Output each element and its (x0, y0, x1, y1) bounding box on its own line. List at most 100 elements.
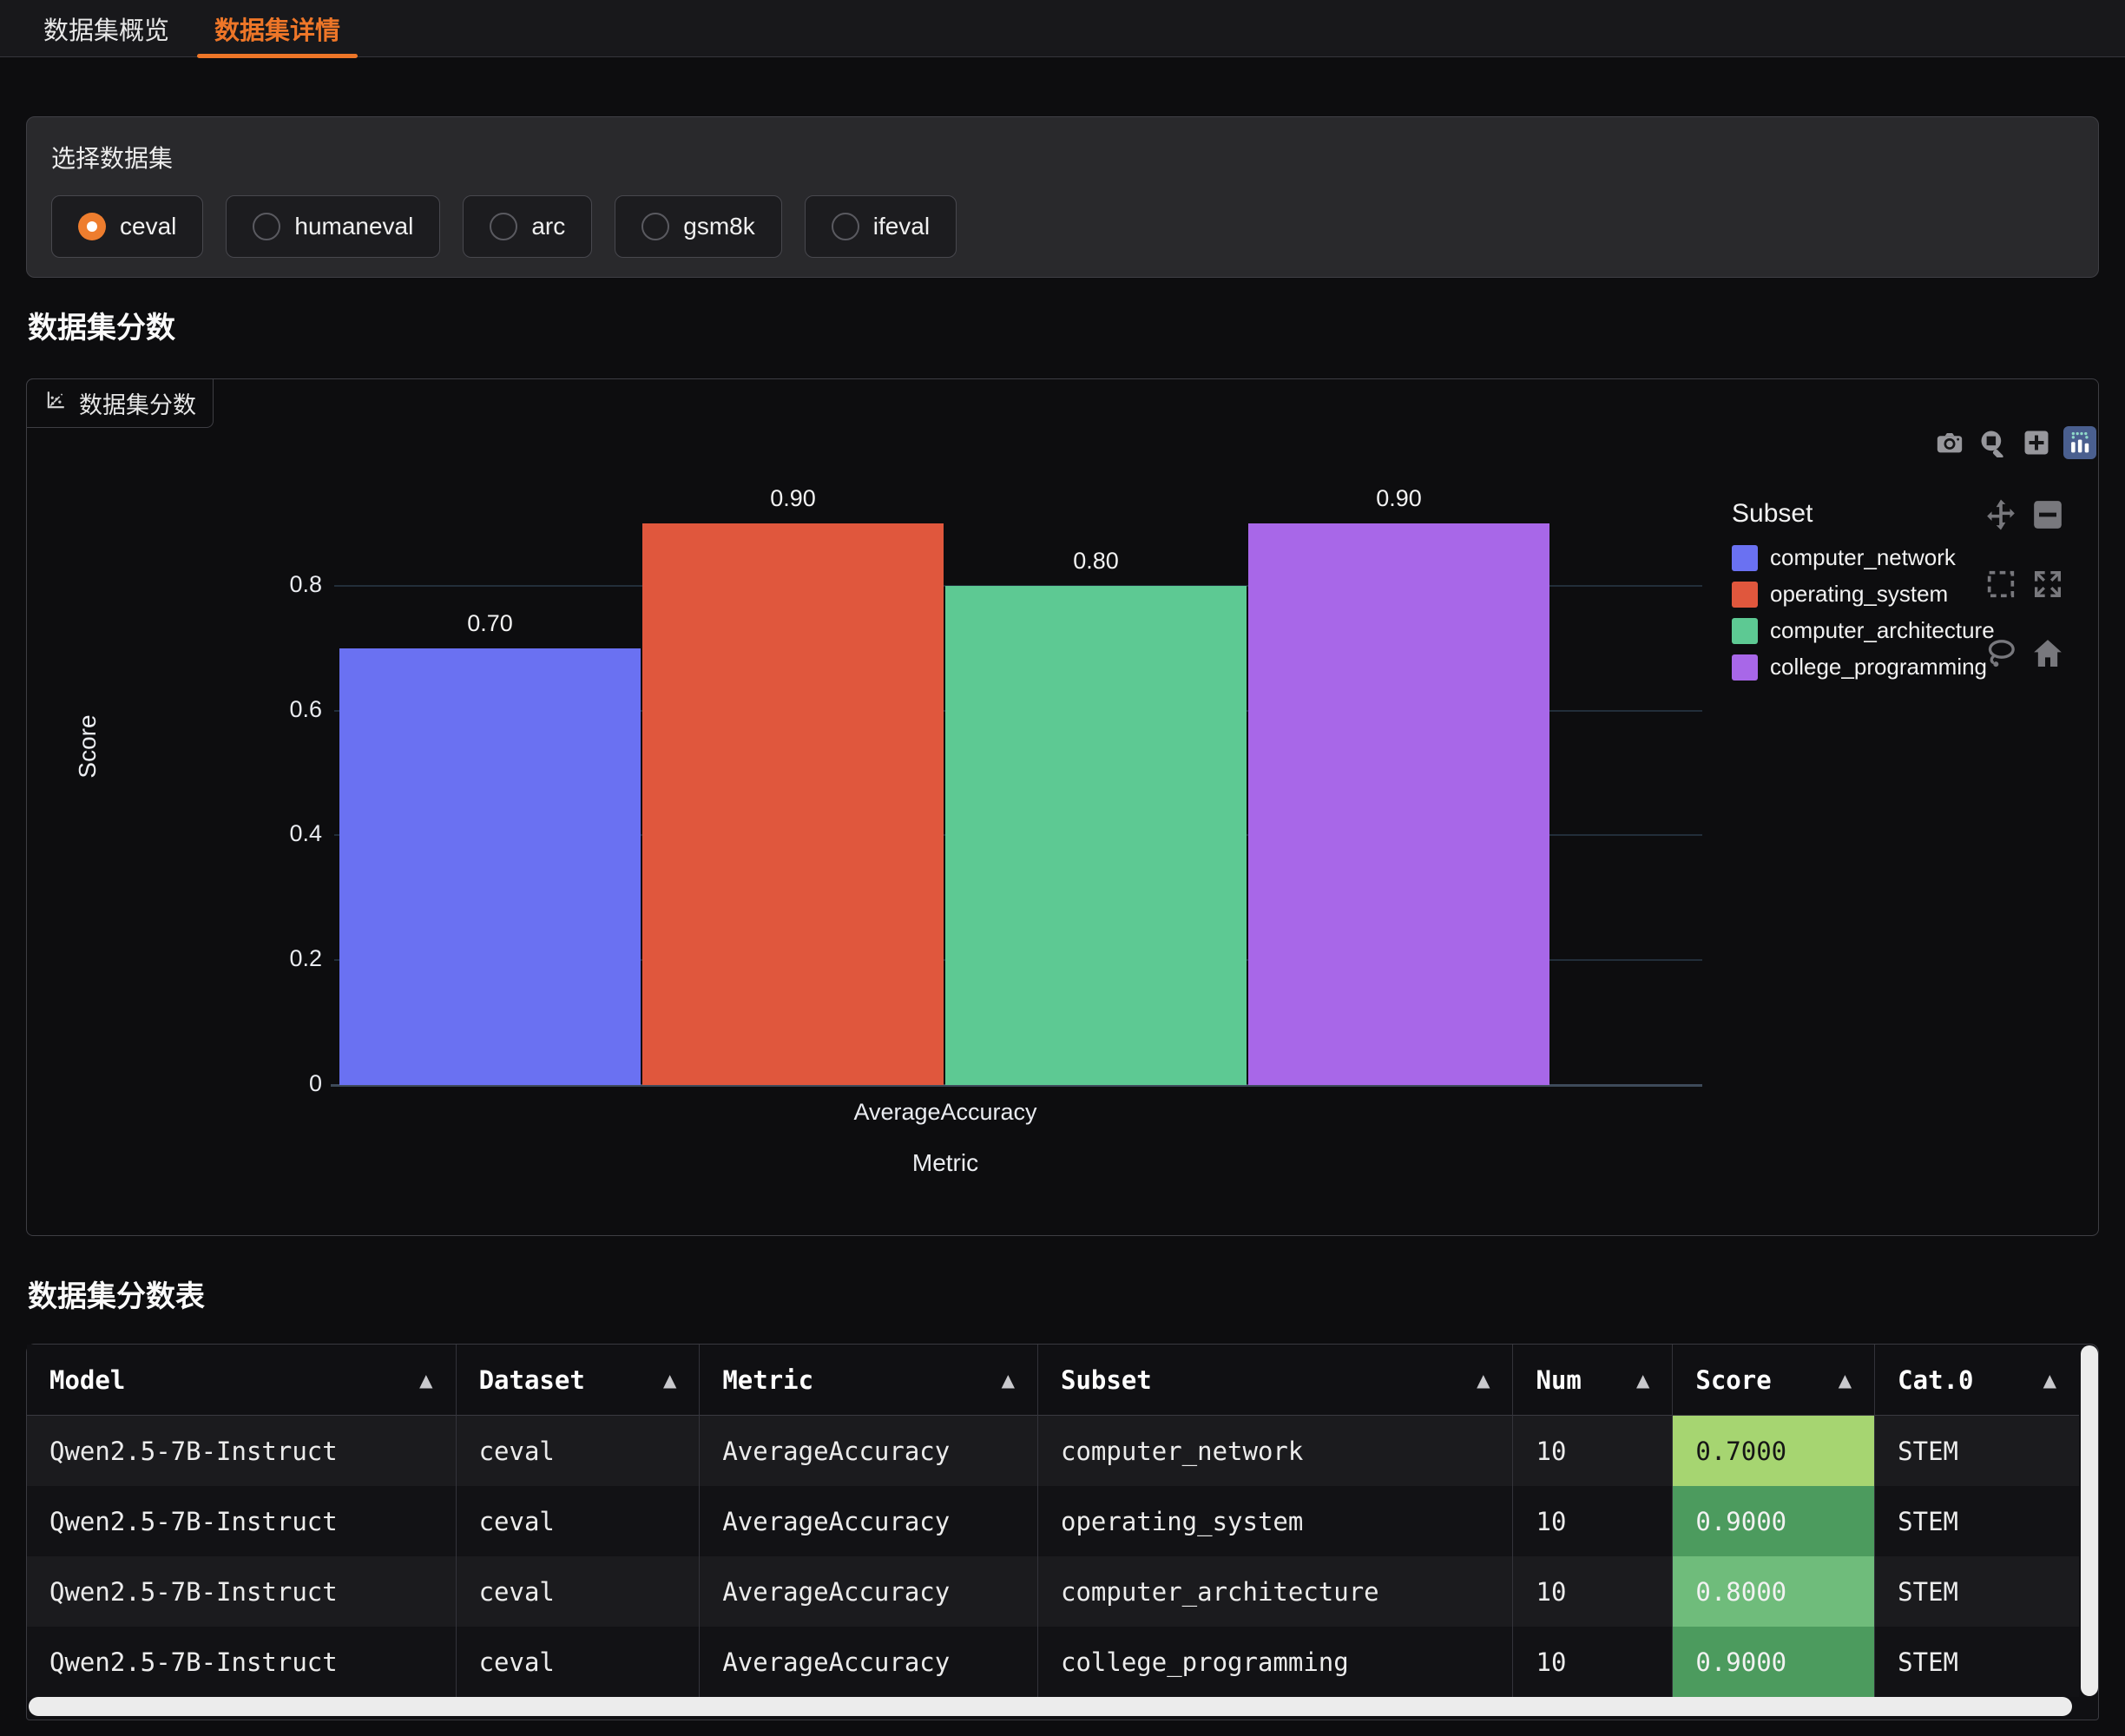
column-header-label: Num (1536, 1365, 1581, 1395)
column-header-label: Metric (722, 1365, 813, 1395)
legend-swatch-icon (1732, 582, 1758, 608)
table-cell[interactable]: 10 (1513, 1416, 1673, 1486)
dataset-radio-group: ceval humaneval arc gsm8k ifeval (51, 195, 2074, 258)
table-cell[interactable]: Qwen2.5-7B-Instruct (27, 1556, 457, 1627)
table-cell[interactable]: college_programming (1038, 1627, 1514, 1697)
sort-arrow-icon[interactable]: ▲ (1636, 1370, 1649, 1391)
legend-entry-college_programming[interactable]: college_programming (1732, 654, 1995, 681)
y-tick-label: 0 (157, 1070, 322, 1097)
score-cell[interactable]: 0.9000 (1673, 1486, 1875, 1556)
radio-circle-icon[interactable] (832, 213, 859, 240)
table-cell[interactable]: Qwen2.5-7B-Instruct (27, 1627, 457, 1697)
score-cell[interactable]: 0.9000 (1673, 1627, 1875, 1697)
table-cell[interactable]: AverageAccuracy (700, 1416, 1038, 1486)
score-cell[interactable]: 0.8000 (1673, 1556, 1875, 1627)
bar-computer_architecture[interactable] (945, 586, 1247, 1085)
tab-dataset-overview[interactable]: 数据集概览 (21, 0, 192, 56)
bar-value-label: 0.80 (945, 548, 1247, 575)
legend-entry-computer_architecture[interactable]: computer_architecture (1732, 617, 1995, 644)
column-header-model[interactable]: Model ▲ (27, 1345, 457, 1416)
bar-college_programming[interactable] (1248, 523, 1549, 1085)
column-header-label: Score (1695, 1365, 1771, 1395)
radio-option-label: ifeval (873, 213, 930, 240)
radio-circle-icon[interactable] (253, 213, 280, 240)
zoom-square-icon[interactable] (1977, 426, 2010, 459)
scores-dataframe: Model▲Dataset▲Metric▲Subset▲Num▲Score▲Ca… (26, 1344, 2099, 1720)
table-cell[interactable]: STEM (1875, 1627, 2079, 1697)
legend-swatch-icon (1732, 618, 1758, 644)
radio-option-arc[interactable]: arc (463, 195, 592, 258)
score-cell[interactable]: 0.7000 (1673, 1416, 1875, 1486)
dataset-selector-label: 选择数据集 (51, 140, 2074, 174)
column-header-label: Subset (1061, 1365, 1152, 1395)
radio-option-gsm8k[interactable]: gsm8k (615, 195, 781, 258)
radio-option-label: arc (531, 213, 565, 240)
minus-square-icon[interactable] (2030, 497, 2065, 532)
legend-swatch-icon (1732, 545, 1758, 571)
table-cell[interactable]: computer_network (1038, 1416, 1514, 1486)
chart-inner-tab[interactable]: 数据集分数 (26, 378, 214, 428)
camera-icon[interactable] (1933, 426, 1966, 459)
radio-circle-icon[interactable] (490, 213, 517, 240)
column-header-num[interactable]: Num ▲ (1513, 1345, 1673, 1416)
table-row: Qwen2.5-7B-InstructcevalAverageAccuracyc… (27, 1556, 2079, 1627)
table-cell[interactable]: operating_system (1038, 1486, 1514, 1556)
column-header-dataset[interactable]: Dataset▲ (457, 1345, 701, 1416)
table-section-heading: 数据集分数表 (28, 1272, 205, 1315)
sort-arrow-icon[interactable]: ▲ (1839, 1370, 1852, 1391)
sort-arrow-icon[interactable]: ▲ (663, 1370, 676, 1391)
sort-arrow-icon[interactable]: ▲ (1477, 1370, 1490, 1391)
column-header-cat-0[interactable]: Cat.0▲ (1875, 1345, 2079, 1416)
table-cell[interactable]: ceval (457, 1486, 701, 1556)
column-header-subset[interactable]: Subset ▲ (1038, 1345, 1514, 1416)
radio-circle-icon[interactable] (641, 213, 669, 240)
y-tick-label: 0.8 (157, 571, 322, 598)
table-horizontal-scrollbar[interactable] (29, 1697, 2072, 1716)
home-icon[interactable] (2030, 636, 2065, 671)
table-cell[interactable]: computer_architecture (1038, 1556, 1514, 1627)
sort-arrow-icon[interactable]: ▲ (419, 1370, 432, 1391)
y-tick-label: 0.6 (157, 696, 322, 723)
legend-entry-label: computer_network (1770, 544, 1956, 571)
table-cell[interactable]: 10 (1513, 1627, 1673, 1697)
top-tab-bar: 数据集概览 数据集详情 (0, 0, 2125, 57)
bar-computer_network[interactable] (339, 648, 641, 1085)
legend-title: Subset (1732, 499, 1995, 529)
chart-columns-icon[interactable] (2063, 426, 2096, 459)
radio-circle-icon[interactable] (78, 213, 106, 240)
table-cell[interactable]: STEM (1875, 1556, 2079, 1627)
tab-dataset-details[interactable]: 数据集详情 (192, 0, 363, 56)
table-cell[interactable]: Qwen2.5-7B-Instruct (27, 1416, 457, 1486)
table-cell[interactable]: ceval (457, 1556, 701, 1627)
table-cell[interactable]: ceval (457, 1416, 701, 1486)
column-header-metric[interactable]: Metric ▲ (700, 1345, 1038, 1416)
table-cell[interactable]: 10 (1513, 1486, 1673, 1556)
table-cell[interactable]: AverageAccuracy (700, 1486, 1038, 1556)
plus-square-icon[interactable] (2020, 426, 2053, 459)
legend-entry-operating_system[interactable]: operating_system (1732, 581, 1995, 608)
bar-operating_system[interactable] (642, 523, 944, 1085)
table-cell[interactable]: AverageAccuracy (700, 1556, 1038, 1627)
table-cell[interactable]: ceval (457, 1627, 701, 1697)
legend-entry-computer_network[interactable]: computer_network (1732, 544, 1995, 571)
table-cell[interactable]: Qwen2.5-7B-Instruct (27, 1486, 457, 1556)
bar-value-label: 0.90 (642, 485, 944, 512)
radio-option-ceval[interactable]: ceval (51, 195, 203, 258)
sort-arrow-icon[interactable]: ▲ (1002, 1370, 1015, 1391)
radio-option-label: gsm8k (683, 213, 754, 240)
table-cell[interactable]: STEM (1875, 1416, 2079, 1486)
bar-value-label: 0.70 (339, 610, 641, 637)
y-tick-label: 0.4 (157, 820, 322, 847)
table-cell[interactable]: STEM (1875, 1486, 2079, 1556)
radio-option-ifeval[interactable]: ifeval (805, 195, 957, 258)
expand-icon[interactable] (2030, 567, 2065, 602)
sort-arrow-icon[interactable]: ▲ (2043, 1370, 2056, 1391)
radio-option-humaneval[interactable]: humaneval (226, 195, 440, 258)
y-tick-label: 0.2 (157, 945, 322, 972)
chart-legend: Subset computer_network operating_systemc… (1732, 499, 1995, 690)
table-cell[interactable]: AverageAccuracy (700, 1627, 1038, 1697)
table-vertical-scrollbar[interactable] (2081, 1345, 2098, 1696)
table-cell[interactable]: 10 (1513, 1556, 1673, 1627)
column-header-score[interactable]: Score ▲ (1673, 1345, 1875, 1416)
column-header-label: Model (49, 1365, 125, 1395)
